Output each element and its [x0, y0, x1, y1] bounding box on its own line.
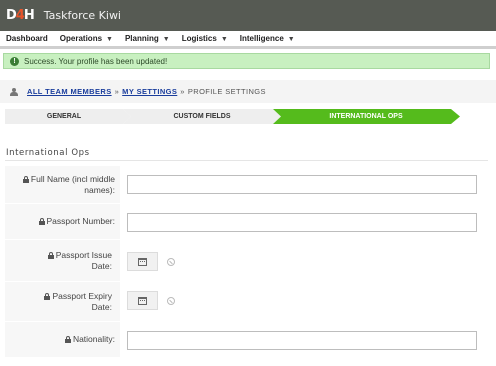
issue-date-picker-button[interactable]: [127, 252, 158, 271]
nationality-input[interactable]: [127, 331, 477, 350]
clear-date-icon[interactable]: [167, 297, 175, 305]
app-logo[interactable]: D4H: [6, 8, 35, 23]
form-row-nationality: Nationality:: [5, 322, 488, 358]
passport-number-label: Passport Number:: [46, 216, 116, 226]
app-title: Taskforce Kiwi: [43, 9, 121, 22]
lock-icon: [38, 218, 45, 225]
lock-icon: [44, 292, 51, 300]
app-header: D4H Taskforce Kiwi: [0, 0, 496, 31]
nav-item-logistics[interactable]: Logistics ▼: [176, 34, 234, 43]
breadcrumb-profile-settings: PROFILE SETTINGS: [187, 87, 266, 96]
tab-general[interactable]: GENERAL: [5, 109, 123, 124]
user-icon: [10, 87, 18, 96]
field-label-cell: Nationality:: [5, 322, 118, 357]
form-row-passport-number: Passport Number:: [5, 204, 488, 240]
breadcrumb: ALL TEAM MEMBERS » MY SETTINGS » PROFILE…: [0, 80, 496, 103]
passport-issue-date-label: Passport Issue Date:: [55, 249, 112, 271]
form-row-full-name: Full Name (incl middle names):: [5, 166, 488, 204]
calendar-icon: [138, 296, 147, 305]
passport-expiry-date-label: Passport Expiry Date:: [52, 290, 112, 312]
nav-item-dashboard[interactable]: Dashboard: [0, 34, 54, 43]
clear-date-icon[interactable]: [167, 258, 175, 266]
settings-steps: GENERAL CUSTOM FIELDS INTERNATIONAL OPS: [5, 109, 488, 124]
breadcrumb-separator: »: [114, 87, 120, 96]
chevron-down-icon: ▼: [287, 36, 295, 43]
lock-icon: [47, 251, 54, 259]
lock-icon: [64, 336, 71, 343]
nav-item-operations[interactable]: Operations ▼: [54, 34, 119, 43]
nav-item-intelligence[interactable]: Intelligence ▼: [234, 34, 301, 43]
tab-international-ops[interactable]: INTERNATIONAL OPS: [281, 109, 451, 124]
nav-item-planning[interactable]: Planning ▼: [119, 34, 176, 43]
alert-message: Success. Your profile has been updated!: [24, 56, 168, 66]
expiry-date-picker-button[interactable]: [127, 291, 158, 310]
breadcrumb-all-team-members[interactable]: ALL TEAM MEMBERS: [27, 87, 112, 96]
section-divider: [5, 160, 488, 161]
form-row-passport-expiry-date: Passport Expiry Date:: [5, 282, 488, 322]
chevron-down-icon: ▼: [220, 36, 228, 43]
passport-number-input[interactable]: [127, 213, 477, 232]
tab-custom-fields[interactable]: CUSTOM FIELDS: [131, 109, 273, 124]
section-title: International Ops: [6, 148, 90, 158]
main-nav: Dashboard Operations ▼ Planning ▼ Logistic…: [0, 31, 496, 49]
success-alert: ! Success. Your profile has been updated…: [3, 53, 490, 69]
chevron-down-icon: ▼: [162, 36, 170, 43]
chevron-down-icon: ▼: [106, 36, 113, 43]
field-label-cell: Passport Issue Date:: [5, 240, 115, 281]
full-name-label: Full Name (incl middle names):: [30, 173, 115, 195]
nationality-label: Nationality:: [72, 334, 115, 344]
form-row-passport-issue-date: Passport Issue Date:: [5, 240, 488, 282]
field-label-cell: Passport Number:: [5, 204, 118, 239]
lock-icon: [22, 175, 29, 183]
field-label-cell: Passport Expiry Date:: [5, 282, 115, 321]
breadcrumb-separator: »: [180, 87, 185, 96]
info-icon: !: [10, 56, 19, 66]
field-label-cell: Full Name (incl middle names):: [5, 166, 118, 203]
breadcrumb-my-settings[interactable]: MY SETTINGS: [122, 87, 177, 96]
calendar-icon: [138, 257, 147, 266]
full-name-input[interactable]: [127, 175, 477, 194]
